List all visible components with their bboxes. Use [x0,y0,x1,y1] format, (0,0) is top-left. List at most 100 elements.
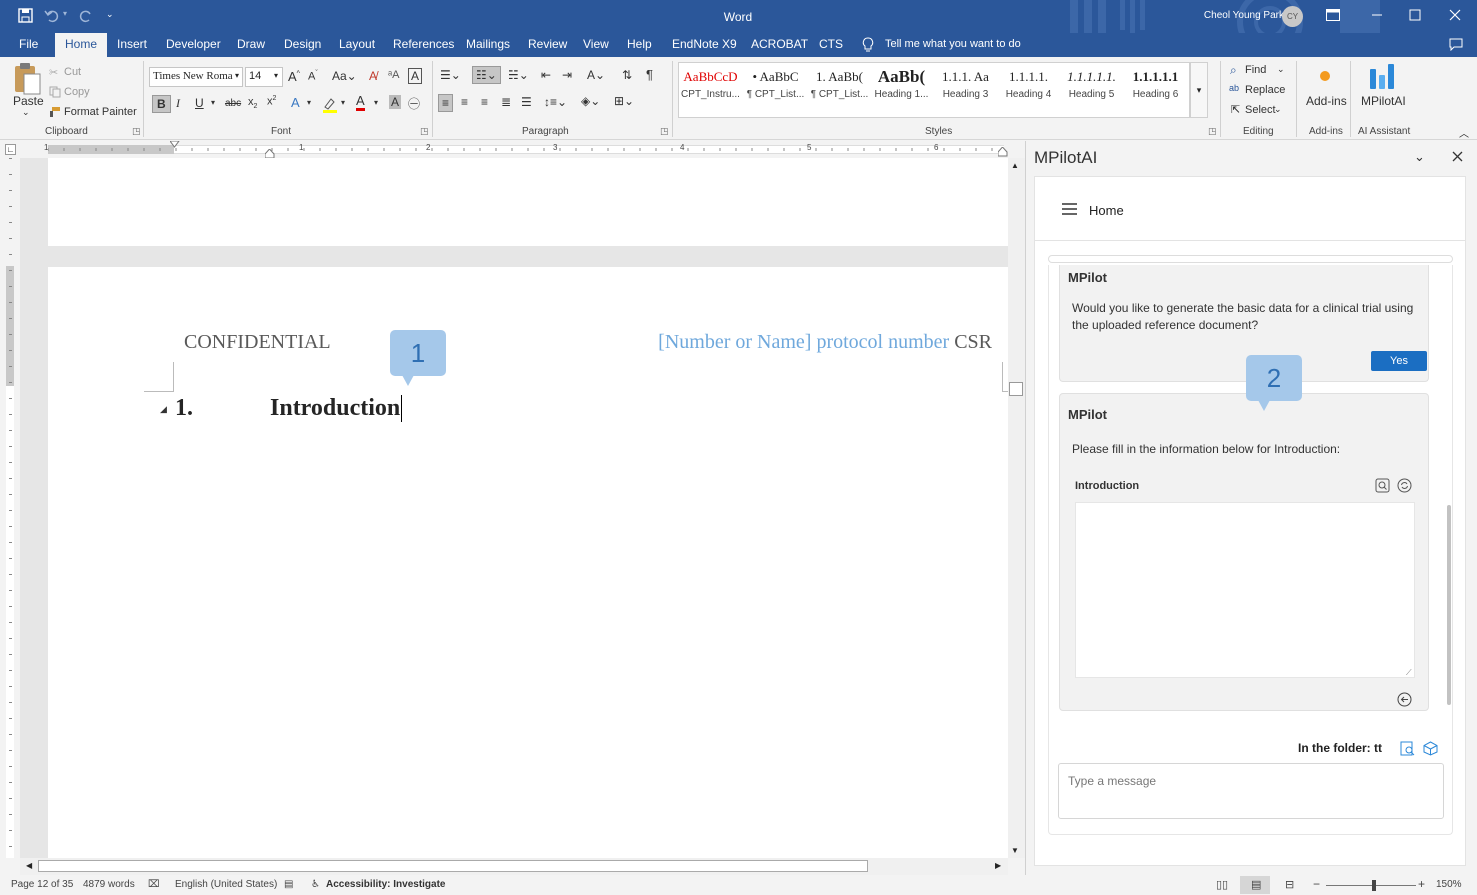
save-icon[interactable] [18,8,34,24]
language-indicator[interactable]: English (United States) [175,879,277,890]
underline-dropdown-icon[interactable]: ▾ [211,98,215,107]
tab-home[interactable]: Home [55,33,108,57]
document-vertical-scrollbar[interactable]: ▲ ▼ [1008,158,1025,858]
pane-close-icon[interactable] [1452,151,1463,162]
subscript-button[interactable]: x2 [248,96,257,110]
find-dropdown-icon[interactable]: ⌄ [1277,64,1285,75]
introduction-textarea[interactable] [1075,502,1415,678]
font-name-dropdown-icon[interactable]: ▾ [235,71,239,80]
superscript-button[interactable]: x2 [267,95,276,108]
bullets-icon[interactable]: ☰⌄ [440,68,461,82]
tab-design[interactable]: Design [284,37,321,51]
bold-button[interactable]: B [152,95,171,113]
hamburger-menu-icon[interactable] [1062,203,1078,215]
format-painter-button[interactable]: Format Painter [64,106,137,118]
word-count[interactable]: 4879 words [83,879,135,890]
style-heading-3[interactable]: 1.1.1. Aa Heading 3 [934,65,997,115]
print-layout-icon[interactable]: ▤ [1251,878,1261,891]
font-name-combo[interactable]: Times New Roma [149,67,243,87]
first-line-indent-marker[interactable] [170,141,180,149]
align-left-icon[interactable]: ≡ [438,94,454,112]
phonetic-guide-icon[interactable]: ᵃA [388,69,399,81]
accessibility-status[interactable]: Accessibility: Investigate [326,879,446,890]
tab-endnote[interactable]: EndNote X9 [672,37,737,51]
zoom-slider-thumb[interactable] [1372,880,1376,891]
scroll-down-icon[interactable]: ▼ [1011,846,1019,855]
maximize-icon[interactable] [1409,9,1421,21]
style-heading-1[interactable]: AaBb(Heading 1... [870,65,933,115]
text-effects-icon[interactable]: A [291,95,300,110]
find-button[interactable]: Find [1245,64,1266,76]
document-canvas[interactable]: CONFIDENTIAL [Number or Name] protocol n… [20,158,1008,858]
change-case-icon[interactable]: Aa⌄ [332,69,357,83]
character-border-icon[interactable]: A [408,68,423,84]
collapse-heading-icon[interactable]: ◢ [160,404,167,415]
style-heading-6[interactable]: 1.1.1.1.1 Heading 6 [1124,65,1187,115]
tab-help[interactable]: Help [627,37,652,51]
font-size-dropdown-icon[interactable]: ▾ [274,71,278,80]
zoom-out-icon[interactable]: − [1313,877,1320,891]
justify-icon[interactable]: ≣ [501,95,511,109]
horizontal-ruler[interactable]: ∟ 1 1 2 3 4 5 6 [0,141,1025,159]
message-input[interactable]: Type a message [1058,763,1444,819]
paste-icon[interactable] [12,62,42,96]
copy-button[interactable]: Copy [64,86,90,98]
folder-search-icon[interactable] [1400,741,1415,756]
current-page[interactable]: CONFIDENTIAL [Number or Name] protocol n… [48,267,1008,858]
line-spacing-icon[interactable]: ↕≡⌄ [544,95,567,109]
tab-developer[interactable]: Developer [166,37,221,51]
proofing-icon[interactable]: ⌧ [148,879,160,890]
enclose-characters-icon[interactable]: ㊀ [408,95,420,112]
hscrollbar-thumb[interactable] [38,860,868,872]
user-name[interactable]: Cheol Young Park [1190,10,1284,21]
align-right-icon[interactable]: ≡ [481,95,488,109]
style-heading-4[interactable]: 1.1.1.1. Heading 4 [997,65,1060,115]
highlight-icon[interactable] [322,97,338,113]
clear-formatting-icon[interactable]: A̸ [369,69,377,83]
add-ins-button[interactable]: Add-ins [1306,94,1347,108]
scroll-right-icon[interactable]: ▶ [995,861,1001,870]
style-cpt-list-number[interactable]: 1. AaBb(¶ CPT_List... [808,65,871,115]
font-color-icon[interactable]: A [356,94,365,111]
style-cpt-instru[interactable]: AaBbCcD CPT_Instru... [679,65,742,115]
track-changes-icon[interactable]: ▤ [284,879,293,890]
cut-button[interactable]: Cut [64,66,81,78]
zoom-level[interactable]: 150% [1436,879,1462,890]
strikethrough-button[interactable]: abc [225,98,241,109]
scroll-up-icon[interactable]: ▲ [1011,161,1019,170]
select-dropdown-icon[interactable]: ⌄ [1274,104,1282,115]
chat-scrollbar-thumb[interactable] [1447,505,1451,705]
vertical-ruler[interactable] [0,158,20,858]
redo-icon[interactable] [78,8,94,24]
pane-options-chevron-icon[interactable]: ⌄ [1414,149,1425,165]
font-color-dropdown-icon[interactable]: ▾ [374,98,378,107]
styles-more-icon[interactable]: ▾ [1190,62,1208,118]
style-heading-5[interactable]: 1.1.1.1.1. Heading 5 [1060,65,1123,115]
tab-layout[interactable]: Layout [339,37,375,51]
numbering-icon[interactable]: ☷⌄ [472,66,501,84]
decrease-indent-icon[interactable]: ⇤ [541,68,551,82]
tab-references[interactable]: References [393,37,454,51]
resize-handle-icon[interactable]: ⟋ [1406,668,1412,678]
mpilotai-button[interactable]: MPilotAI [1361,94,1406,108]
style-cpt-list-bullet[interactable]: • AaBbC ¶ CPT_List... [744,65,807,115]
document-horizontal-scrollbar[interactable]: ◀ ▶ [20,858,1008,875]
tab-selector-icon[interactable]: ∟ [5,144,16,155]
shading-icon[interactable]: ◈⌄ [581,94,600,108]
right-indent-marker[interactable] [998,147,1008,157]
align-center-icon[interactable]: ≡ [461,95,468,109]
font-launcher-icon[interactable]: ◳ [420,126,429,137]
clipboard-launcher-icon[interactable]: ◳ [132,126,141,137]
zoom-slider-track[interactable] [1326,885,1416,886]
text-effects-dropdown-icon[interactable]: ▾ [307,98,311,107]
increase-indent-icon[interactable]: ⇥ [562,68,572,82]
tab-view[interactable]: View [583,37,609,51]
tab-review[interactable]: Review [528,37,567,51]
web-layout-icon[interactable]: ⊟ [1285,878,1294,891]
tab-acrobat[interactable]: ACROBAT [751,37,808,51]
read-mode-icon[interactable]: ▯▯ [1216,878,1228,891]
character-shading-icon[interactable]: A [389,95,402,109]
heading-introduction[interactable]: Introduction [270,395,403,422]
tab-cts[interactable]: CTS [819,37,843,51]
tab-mailings[interactable]: Mailings [466,37,510,51]
